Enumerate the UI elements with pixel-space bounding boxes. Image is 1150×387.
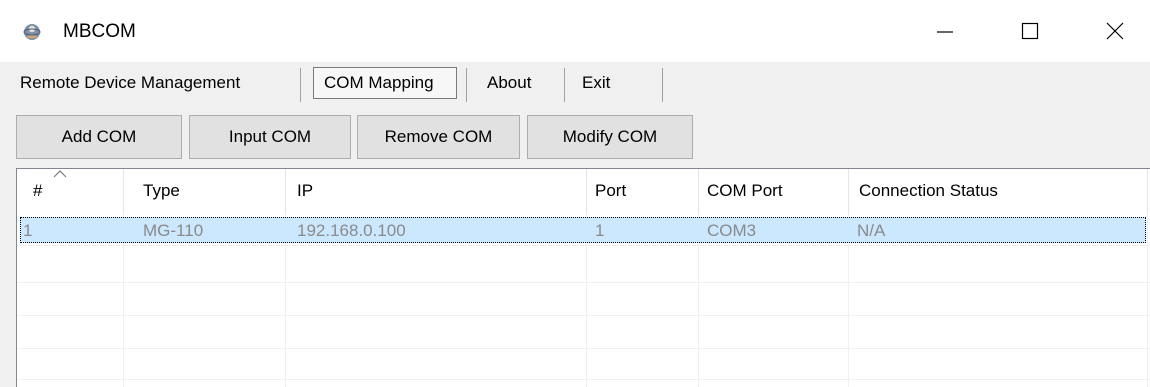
menu-separator: [300, 68, 301, 102]
column-header-connection-status[interactable]: Connection Status: [849, 169, 1149, 213]
column-header-com-port[interactable]: COM Port: [699, 169, 849, 213]
column-header-port[interactable]: Port: [587, 169, 698, 213]
add-com-button[interactable]: Add COM: [16, 115, 182, 159]
input-com-label: Input COM: [228, 127, 312, 146]
remove-com-button[interactable]: Remove COM: [357, 115, 520, 159]
close-icon: [1106, 22, 1124, 40]
minimize-button[interactable]: [910, 0, 980, 62]
menu-exit[interactable]: Exit: [578, 70, 614, 96]
globe-user-icon: [22, 22, 42, 42]
menu-separator: [662, 68, 663, 102]
add-com-label: Add COM: [61, 127, 137, 146]
row-type-cell: MG-110: [143, 221, 204, 240]
menu-bar: Remote Device Management COM Mapping Abo…: [0, 62, 1150, 106]
row-com-port-cell: COM3: [707, 221, 757, 240]
modify-com-label: Modify COM: [562, 127, 658, 146]
mbcom-window: MBCOM Remote Device Management COM Mappi…: [0, 0, 1150, 387]
sort-ascending-icon: [53, 170, 67, 178]
row-number-cell: 1: [23, 221, 33, 240]
modify-com-button[interactable]: Modify COM: [527, 115, 693, 159]
menu-remote-device-management[interactable]: Remote Device Management: [16, 70, 244, 96]
maximize-icon: [1021, 22, 1039, 40]
window-title: MBCOM: [63, 21, 136, 42]
row-ip-cell: 192.168.0.100: [297, 221, 406, 240]
input-com-button[interactable]: Input COM: [189, 115, 351, 159]
menu-separator: [466, 68, 467, 102]
menu-about[interactable]: About: [483, 70, 535, 96]
column-header-type[interactable]: Type: [124, 169, 286, 213]
menu-separator: [564, 68, 565, 102]
close-button[interactable]: [1080, 0, 1150, 62]
minimize-icon: [937, 31, 953, 33]
row-port-cell: 1: [595, 221, 605, 240]
title-bar[interactable]: MBCOM: [0, 0, 1150, 62]
column-header-number[interactable]: #: [17, 169, 123, 213]
menu-com-mapping[interactable]: COM Mapping: [320, 70, 438, 96]
com-mapping-table: # Type IP Port COM Port Connection Statu…: [16, 168, 1150, 387]
row-connection-status-cell: N/A: [857, 221, 886, 240]
column-header-ip[interactable]: IP: [286, 169, 586, 213]
maximize-button[interactable]: [995, 0, 1065, 62]
remove-com-label: Remove COM: [384, 127, 493, 146]
